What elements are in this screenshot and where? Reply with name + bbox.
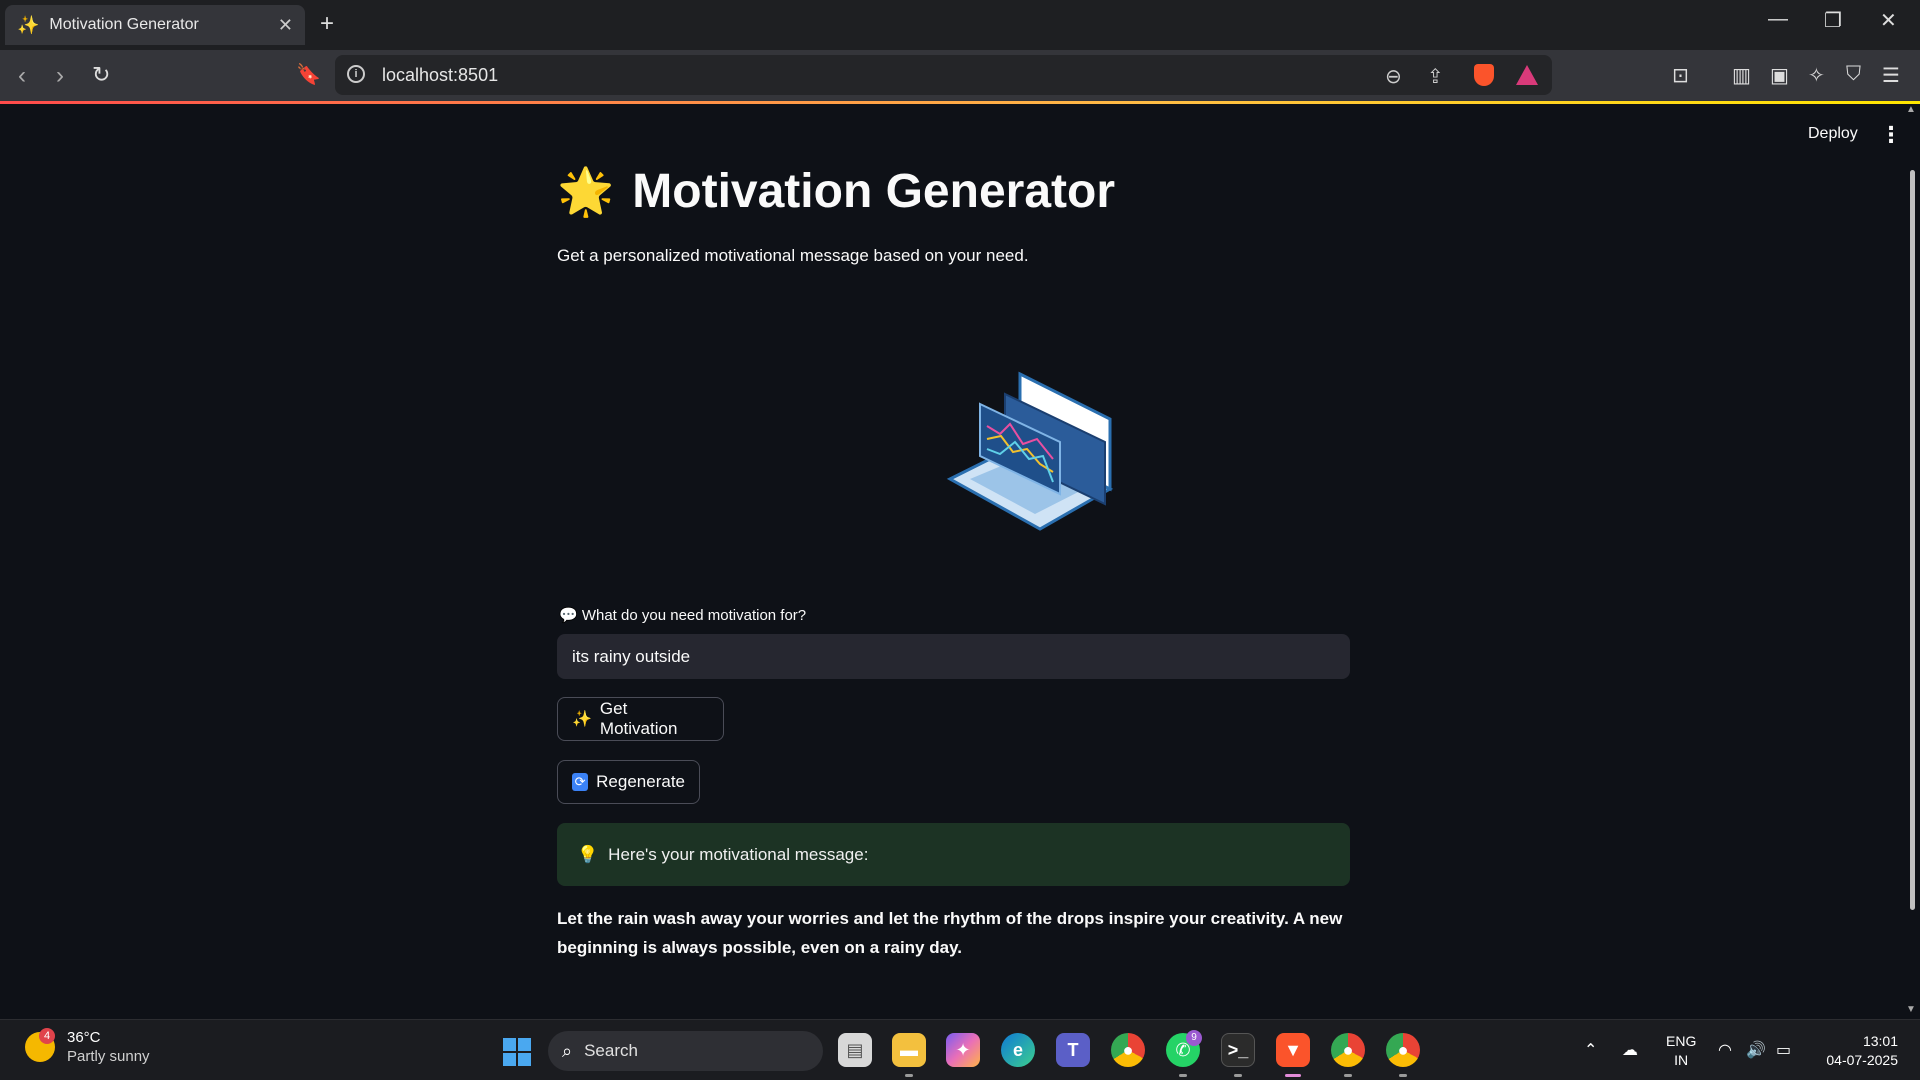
partly-sunny-icon: 4 — [25, 1028, 55, 1062]
page-title-text: Motivation Generator — [632, 165, 1115, 218]
restore-icon[interactable]: ❐ — [1824, 8, 1842, 33]
back-icon[interactable]: ‹ — [18, 62, 26, 90]
clock[interactable]: 13:01 04-07-2025 — [1818, 1032, 1898, 1070]
success-text: Here's your motivational message: — [608, 844, 869, 864]
input-label: 💬 What do you need motivation for? — [559, 607, 807, 624]
share-icon[interactable]: ⇪ — [1427, 64, 1444, 89]
active-indicator — [1285, 1074, 1301, 1077]
time: 13:01 — [1862, 1033, 1898, 1049]
success-alert: 💡 Here's your motivational message: — [557, 823, 1350, 886]
url-text: localhost:8501 — [382, 65, 499, 85]
search-icon: ⌕ — [562, 1040, 573, 1061]
close-tab-icon[interactable]: ✕ — [278, 15, 293, 36]
start-icon[interactable] — [503, 1038, 531, 1066]
address-bar[interactable]: i localhost:8501 ⊖ ⇪ — [335, 55, 1552, 95]
weather-badge: 4 — [39, 1028, 55, 1044]
teams-icon[interactable]: T — [1056, 1033, 1090, 1067]
forward-icon[interactable]: › — [56, 62, 64, 90]
search-label: Search — [584, 1041, 638, 1060]
lightbulb-icon: 💡 — [577, 844, 599, 864]
taskbar: 4 36°C Partly sunny ⌕ Search ▤ ▬ ✦ e T ●… — [0, 1019, 1920, 1080]
more-options-icon[interactable]: ⋮ — [1880, 122, 1902, 148]
new-tab-icon[interactable]: + — [320, 10, 334, 38]
sparkles-icon: ✨ — [572, 711, 592, 728]
star-icon: 🌟 — [557, 165, 615, 217]
chrome-profile-icon[interactable]: ● — [1331, 1033, 1365, 1067]
repeat-icon: ⟳ — [572, 773, 589, 791]
brave-rewards-icon[interactable] — [1516, 65, 1538, 85]
browser-tab-bar: ✨ Motivation Generator ✕ + — ❐ ✕ — [0, 0, 1920, 50]
whatsapp-badge: 9 — [1186, 1030, 1202, 1046]
subtitle: Get a personalized motivational message … — [557, 246, 1029, 265]
onedrive-icon[interactable]: ☁ — [1622, 1040, 1638, 1060]
terminal-icon[interactable]: >_ — [1221, 1033, 1255, 1067]
browser-toolbar: ‹ › ↻ 🔖 i localhost:8501 ⊖ ⇪ ⊡ ▥ ▣ ✧ ⛉ ☰ — [0, 50, 1920, 101]
motivation-input[interactable] — [557, 634, 1350, 679]
brave-icon[interactable]: ▼ — [1276, 1033, 1310, 1067]
running-indicator — [905, 1074, 913, 1077]
get-motivation-label: Get Motivation — [599, 699, 678, 738]
weather-widget[interactable]: 4 36°C Partly sunny — [25, 1028, 150, 1066]
zoom-icon[interactable]: ⊖ — [1385, 64, 1402, 89]
scroll-up-icon[interactable]: ▲ — [1906, 104, 1916, 115]
regenerate-button[interactable]: ⟳ Regenerate — [557, 760, 700, 804]
site-info-icon[interactable]: i — [347, 65, 365, 83]
laptop-illustration — [946, 371, 1114, 531]
vpn-icon[interactable]: ⛉ — [1846, 63, 1861, 86]
screenshot-icon[interactable]: ⊡ — [1672, 63, 1689, 88]
leo-ai-icon[interactable]: ✧ — [1808, 63, 1825, 88]
temperature: 36°C — [67, 1029, 101, 1046]
chrome-profile-icon[interactable]: ● — [1386, 1033, 1420, 1067]
brave-shields-icon[interactable] — [1474, 64, 1494, 86]
task-view-icon[interactable]: ▤ — [838, 1033, 872, 1067]
app-main: Deploy ⋮ ▲ ▼ 🌟 Motivation Generator Get … — [0, 104, 1920, 1019]
chrome-icon[interactable]: ● — [1111, 1033, 1145, 1067]
sparkles-favicon-icon: ✨ — [17, 14, 40, 35]
chevron-up-icon[interactable]: ⌃ — [1584, 1040, 1597, 1060]
page-title: 🌟 Motivation Generator — [557, 164, 1115, 219]
edge-icon[interactable]: e — [1001, 1033, 1035, 1067]
running-indicator — [1399, 1074, 1407, 1077]
copilot-icon[interactable]: ✦ — [946, 1033, 980, 1067]
minimize-icon[interactable]: — — [1768, 8, 1788, 31]
browser-tab[interactable]: ✨ Motivation Generator ✕ — [5, 5, 305, 45]
date: 04-07-2025 — [1826, 1052, 1898, 1068]
motivational-message: Let the rain wash away your worries and … — [557, 909, 1343, 957]
running-indicator — [1234, 1074, 1242, 1077]
weather-condition: Partly sunny — [67, 1048, 150, 1065]
bookmark-icon[interactable]: 🔖 — [296, 62, 321, 87]
lang-secondary: IN — [1674, 1052, 1689, 1068]
running-indicator — [1344, 1074, 1352, 1077]
scroll-down-icon[interactable]: ▼ — [1906, 1004, 1916, 1015]
reload-icon[interactable]: ↻ — [92, 62, 110, 88]
battery-icon[interactable]: ▭ — [1776, 1040, 1791, 1060]
wifi-icon[interactable]: ◠ — [1718, 1040, 1732, 1060]
scrollbar[interactable] — [1910, 170, 1915, 910]
window-close-icon[interactable]: ✕ — [1880, 8, 1897, 33]
file-explorer-icon[interactable]: ▬ — [892, 1033, 926, 1067]
get-motivation-button[interactable]: ✨ Get Motivation — [557, 697, 724, 741]
volume-icon[interactable]: 🔊 — [1746, 1040, 1766, 1060]
regenerate-label: Regenerate — [596, 772, 685, 791]
tab-title: Motivation Generator — [49, 16, 199, 33]
language-indicator[interactable]: ENG IN — [1666, 1032, 1696, 1070]
lang-primary: ENG — [1666, 1033, 1697, 1049]
running-indicator — [1179, 1074, 1187, 1077]
wallet-icon[interactable]: ▣ — [1770, 63, 1789, 88]
sidebar-icon[interactable]: ▥ — [1732, 63, 1751, 88]
deploy-button[interactable]: Deploy — [1808, 125, 1858, 143]
taskbar-search[interactable]: ⌕ Search — [548, 1031, 823, 1071]
menu-icon[interactable]: ☰ — [1882, 63, 1900, 88]
